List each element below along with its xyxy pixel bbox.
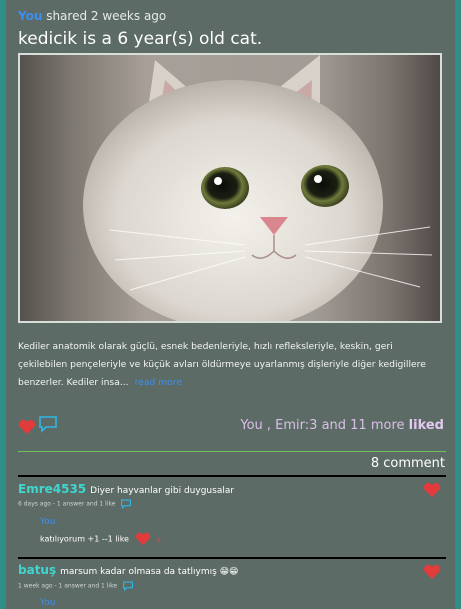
comment-text: marsum kadar olmasa da tatlıymış 😁😁 xyxy=(60,567,239,577)
description-text: Kediler anatomik olarak güçlü, esnek bed… xyxy=(18,341,426,388)
comment-divider xyxy=(18,475,446,477)
likes-summary[interactable]: You , Emir:3 and 11 more liked xyxy=(240,418,444,433)
comment-icon[interactable] xyxy=(120,499,132,510)
read-more-link[interactable]: read more xyxy=(135,377,182,388)
likes-suffix: liked xyxy=(408,418,444,433)
cat-photo[interactable] xyxy=(18,53,442,323)
post-description: Kediler anatomik olarak güçlü, esnek bed… xyxy=(18,338,442,392)
comment-meta-text: 6 days ago - 1 answer and 1 like xyxy=(18,500,116,508)
heart-icon[interactable] xyxy=(18,419,36,439)
post-shared-time: shared 2 weeks ago xyxy=(46,9,167,23)
reply-author[interactable]: You xyxy=(40,598,56,608)
post-actions: You , Emir:3 and 11 more liked xyxy=(18,415,446,441)
comment-icon[interactable] xyxy=(38,415,58,437)
comment-author[interactable]: batuş marsum kadar olmasa da tatlıymış 😁😁 xyxy=(18,563,238,577)
divider xyxy=(18,451,446,452)
comment-divider xyxy=(18,557,446,559)
post-card: You shared 2 weeks ago kedicik is a 6 ye… xyxy=(6,0,455,609)
comment-author[interactable]: Emre4535 Diyer hayvanlar gibi duygusalar xyxy=(18,482,234,496)
comment-author-name[interactable]: batuş xyxy=(18,563,56,577)
delete-reply-button[interactable]: x xyxy=(156,535,161,544)
post-author[interactable]: You xyxy=(18,9,42,23)
comment-meta: 6 days ago - 1 answer and 1 like xyxy=(18,499,132,510)
heart-icon[interactable] xyxy=(423,564,441,584)
heart-icon[interactable] xyxy=(423,482,441,502)
reply-text: katılıyorum +1 --1 like xyxy=(40,534,129,544)
comment-count[interactable]: 8 comment xyxy=(371,456,445,471)
comment-author-name[interactable]: Emre4535 xyxy=(18,482,86,496)
post-header: You shared 2 weeks ago xyxy=(18,9,166,23)
reply: katılıyorum +1 --1 like x xyxy=(40,532,161,546)
comment-icon[interactable] xyxy=(122,581,134,592)
comment-meta-text: 1 week ago - 1 answer and 1 like xyxy=(18,582,118,590)
comment-text: Diyer hayvanlar gibi duygusalar xyxy=(90,486,235,496)
heart-icon[interactable] xyxy=(135,532,151,546)
comment-meta: 1 week ago - 1 answer and 1 like xyxy=(18,581,134,592)
likes-prefix: You , Emir:3 and 11 more xyxy=(240,418,405,433)
reply-author[interactable]: You xyxy=(40,517,56,527)
post-title: kedicik is a 6 year(s) old cat. xyxy=(18,29,263,49)
